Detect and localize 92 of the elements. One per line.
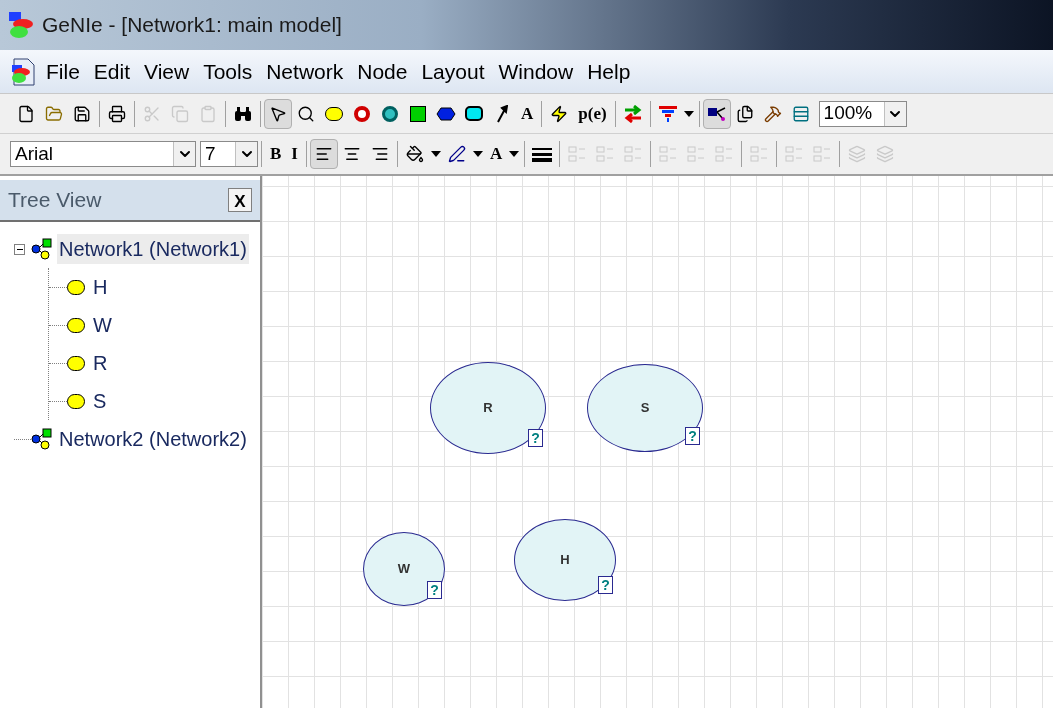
node-icon: [67, 279, 85, 295]
align-nodes-icon: [595, 145, 616, 163]
tree-item[interactable]: R: [91, 348, 110, 378]
menu-item[interactable]: View: [140, 55, 194, 88]
hexagon-icon: [436, 106, 456, 121]
folder-icon: [45, 104, 63, 123]
pen-icon: [447, 145, 466, 163]
menu-item[interactable]: Window: [494, 55, 578, 88]
layers-icon: [876, 145, 895, 163]
align-nodes-icon: [567, 145, 588, 163]
close-button[interactable]: X: [228, 188, 252, 212]
align-center-icon: [342, 145, 361, 163]
pages-icon: [735, 104, 754, 123]
node-icon: [67, 317, 85, 333]
status-badge: ?: [427, 581, 442, 599]
status-badge: ?: [598, 576, 613, 594]
align-nodes-icon: [658, 145, 679, 163]
window-title: GeNIe - [Network1: main model]: [42, 12, 342, 39]
toolbar-button[interactable]: A: [484, 139, 508, 169]
menu-item[interactable]: Layout: [417, 55, 489, 88]
network-icon: [706, 104, 727, 123]
network-icon: [31, 428, 53, 450]
align-nodes-icon: [623, 145, 644, 163]
status-badge: ?: [685, 427, 700, 445]
align-right-icon: [370, 145, 389, 163]
toolbar-button[interactable]: [264, 98, 292, 129]
dropdown-arrow-icon: [683, 110, 694, 117]
square-icon: [410, 105, 426, 122]
search-icon: [297, 104, 315, 123]
node-label: H: [560, 551, 570, 570]
copy-icon: [171, 104, 189, 123]
node-label: R: [483, 399, 493, 418]
sheet-icon: [791, 104, 810, 123]
save-icon: [73, 104, 91, 123]
toolbar-button[interactable]: I: [286, 139, 303, 169]
chance-node[interactable]: S ?: [587, 364, 703, 452]
binoculars-icon: [234, 105, 252, 122]
zoom-dropdown[interactable]: 100%: [818, 100, 907, 127]
paint-bucket-icon: [405, 145, 424, 163]
document-icon: [10, 56, 36, 87]
tree-item[interactable]: Network1 (Network1): [57, 234, 249, 264]
lightning-icon: [550, 104, 569, 123]
line-width-icon: [532, 146, 553, 162]
align-nodes-icon: [784, 145, 805, 163]
collapse-toggle[interactable]: [14, 243, 25, 255]
pointer-icon: [269, 104, 287, 123]
network-icon: [31, 238, 53, 260]
node-icon: [67, 393, 85, 409]
tree-item[interactable]: H: [91, 272, 110, 302]
menu-item[interactable]: Edit: [89, 55, 135, 88]
dropdown-arrow-icon: [472, 151, 483, 157]
ring-icon: [354, 105, 370, 122]
node-icon: [67, 355, 85, 371]
swap-arrows-icon: [622, 104, 643, 123]
align-nodes-icon: [714, 145, 735, 163]
new-file-icon: [17, 104, 35, 123]
panel-title: Tree View: [8, 187, 102, 214]
toolbar-button[interactable]: p(e): [573, 98, 612, 129]
printer-icon: [108, 104, 126, 123]
app-logo-icon: [8, 10, 34, 40]
menu-item[interactable]: Tools: [199, 55, 257, 88]
arrow-icon: [496, 104, 508, 123]
chance-node[interactable]: H ?: [514, 519, 616, 601]
toolbar-button[interactable]: [309, 139, 338, 169]
dropdown-arrow-icon: [430, 151, 441, 157]
menu-item[interactable]: Network: [262, 55, 348, 88]
align-left-icon: [314, 145, 333, 163]
tree-item[interactable]: Network2 (Network2): [57, 424, 249, 454]
align-nodes-icon: [812, 145, 833, 163]
toolbar-button[interactable]: A: [516, 98, 539, 129]
status-badge: ?: [528, 429, 543, 447]
chance-node[interactable]: W ?: [363, 532, 445, 606]
toolbar-button[interactable]: B: [265, 139, 287, 169]
layers-icon: [848, 145, 867, 163]
dropdown-arrow-icon: [509, 151, 520, 157]
tree-item[interactable]: W: [91, 310, 114, 340]
align-nodes-icon: [686, 145, 707, 163]
funnel-icon: [657, 104, 678, 123]
font-size-dropdown[interactable]: 7: [200, 141, 258, 167]
align-nodes-icon: [749, 145, 770, 163]
toolbar-button[interactable]: [702, 98, 731, 129]
node-label: S: [640, 399, 650, 418]
node-label: W: [397, 560, 411, 579]
menu-item[interactable]: Node: [353, 55, 412, 88]
menu-item[interactable]: Help: [583, 55, 635, 88]
clipboard-icon: [199, 104, 217, 123]
menu-item[interactable]: File: [42, 55, 84, 88]
chance-node[interactable]: R ?: [430, 362, 546, 454]
font-dropdown[interactable]: Arial: [10, 141, 196, 167]
hammer-icon: [763, 104, 782, 123]
scissors-icon: [143, 104, 161, 123]
tree-item[interactable]: S: [91, 386, 109, 416]
